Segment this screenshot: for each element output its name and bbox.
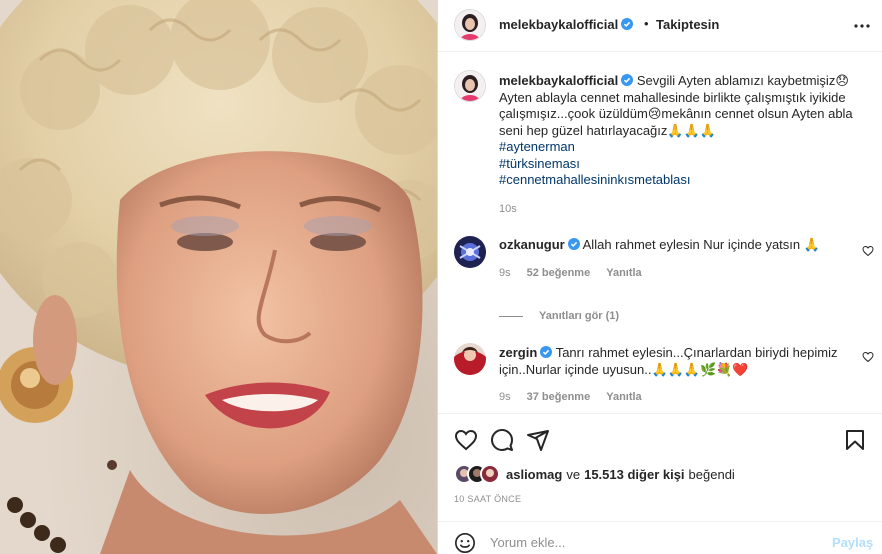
comment-like-heart-icon[interactable] — [862, 245, 874, 257]
verified-badge-icon — [621, 18, 634, 30]
caption-author-avatar[interactable] — [454, 70, 486, 102]
comment-like-heart-icon[interactable] — [862, 351, 874, 363]
post-timestamp[interactable]: 10 SAAT ÖNCE — [454, 494, 521, 504]
author-username[interactable]: melekbaykalofficial — [499, 17, 618, 32]
reply-button[interactable]: Yanıtla — [606, 267, 641, 279]
comments-section[interactable]: melekbaykalofficial Sevgili Ayten ablamı… — [438, 53, 882, 413]
author-avatar[interactable] — [454, 9, 486, 41]
comment-meta: 9s 52 beğenme Yanıtla — [499, 267, 642, 279]
commenter-avatar[interactable] — [454, 343, 486, 375]
comment-icon[interactable] — [490, 428, 514, 452]
add-comment-bar: Paylaş — [438, 521, 882, 554]
hashtag-link[interactable]: #türksineması — [499, 156, 863, 173]
post-actions: asliomag ve 15.513 diğer kişi beğendi 10… — [438, 413, 882, 531]
following-button[interactable]: Takiptesin — [656, 17, 719, 32]
likes-summary: asliomag ve 15.513 diğer kişi beğendi — [454, 464, 735, 484]
post-header: melekbaykalofficial • Takiptesin — [438, 0, 882, 52]
verified-badge-icon — [621, 74, 634, 86]
comment-username[interactable]: ozkanugur — [499, 237, 565, 252]
caption-username[interactable]: melekbaykalofficial — [499, 73, 618, 88]
view-replies-button[interactable]: Yanıtları gör (1) — [499, 310, 619, 322]
replies-divider-line — [499, 315, 523, 317]
verified-badge-icon — [567, 238, 580, 250]
instagram-post: melekbaykalofficial • Takiptesin melekba… — [0, 0, 882, 554]
post-sidebar: melekbaykalofficial • Takiptesin melekba… — [438, 0, 882, 554]
share-icon[interactable] — [526, 428, 550, 452]
verified-badge-icon — [540, 346, 553, 358]
hashtag-link[interactable]: #cennetmahallesininkısmetablası — [499, 172, 863, 189]
emoji-icon[interactable] — [454, 532, 476, 554]
others-count[interactable]: 15.513 diğer kişi — [584, 467, 684, 482]
heart-icon[interactable] — [454, 428, 478, 452]
comment-text: zergin Tanrı rahmet eylesin...Çınarlarda… — [499, 345, 839, 378]
view-replies-label[interactable]: Yanıtları gör (1) — [539, 310, 619, 322]
commenter-avatar[interactable] — [454, 236, 486, 268]
reply-button[interactable]: Yanıtla — [606, 391, 641, 403]
comment-time: 9s — [499, 267, 511, 279]
more-options-icon[interactable] — [854, 18, 870, 34]
bookmark-icon[interactable] — [843, 428, 867, 452]
liker-username[interactable]: asliomag — [506, 467, 562, 482]
liker-avatars — [454, 464, 500, 484]
comment-username[interactable]: zergin — [499, 345, 537, 360]
comment-text: ozkanugur Allah rahmet eylesin Nur içind… — [499, 237, 839, 254]
comment-meta: 9s 37 beğenme Yanıtla — [499, 391, 642, 403]
comment-likes[interactable]: 37 beğenme — [527, 391, 591, 403]
comment-likes[interactable]: 52 beğenme — [527, 267, 591, 279]
post-comment-button[interactable]: Paylaş — [832, 535, 873, 550]
header-separator-dot: • — [644, 16, 649, 31]
comment-input[interactable] — [490, 530, 810, 554]
portrait-image — [0, 0, 437, 554]
caption: melekbaykalofficial Sevgili Ayten ablamı… — [499, 73, 863, 189]
author-username-link[interactable]: melekbaykalofficial — [499, 17, 634, 32]
likes-connector: ve — [566, 466, 581, 482]
hashtag-link[interactable]: #aytenerman — [499, 139, 863, 156]
post-photo[interactable] — [0, 0, 437, 554]
comment-body: Allah rahmet eylesin Nur içinde yatsın 🙏 — [582, 237, 820, 252]
caption-timestamp: 10s — [499, 203, 517, 215]
liker-avatar[interactable] — [480, 464, 500, 484]
comment-time: 9s — [499, 391, 511, 403]
likes-verb: beğendi — [688, 466, 735, 482]
